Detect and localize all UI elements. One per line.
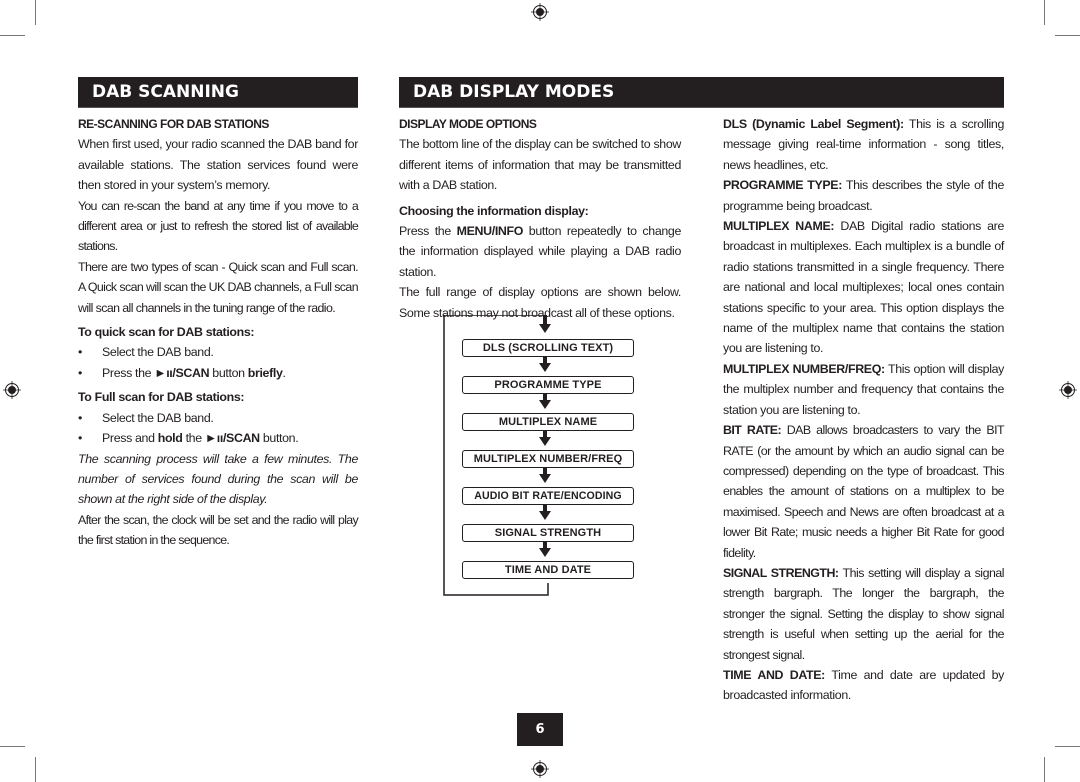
crop-mark [1044,0,1045,25]
bullet: • [78,410,82,425]
step-text: Press the ►ıı/SCAN button briefly. [102,363,286,383]
arrow-down-icon [539,541,551,557]
page-number: 6 [517,713,563,746]
crop-mark [1044,757,1045,782]
registration-mark-icon [3,381,21,399]
definition-term: TIME AND DATE: [723,667,825,682]
bullet: • [78,431,82,446]
step-text-part: . [282,365,286,380]
crop-mark [0,746,25,747]
flow-step-dls: DLS (SCROLLING TEXT) [462,339,634,357]
bullet: • [78,365,82,380]
middle-column: DISPLAY MODE OPTIONS The bottom line of … [399,114,681,323]
section-header-dab-scanning: DAB SCANNING [78,77,358,108]
step-text-part: Press the [102,365,155,380]
paragraph: After the scan, the clock will be set an… [78,512,359,548]
definition-bit-rate: BIT RATE: DAB allows broadcasters to var… [723,420,1005,563]
step-text-part: button [209,365,248,380]
paragraph: The bottom line of the display can be sw… [399,137,681,193]
definition-multiplex-name: MULTIPLEX NAME: DAB Digital radio statio… [723,216,1004,359]
play-pause-scan-button-label: ►ıı/SCAN [154,365,210,380]
crop-mark [1055,35,1080,36]
play-pause-scan-button-label: ►ıı/SCAN [204,431,260,446]
definition-term: SIGNAL STRENGTH: [723,565,839,580]
definition-term: MULTIPLEX NUMBER/FREQ: [723,361,885,376]
paragraph: When first used, your radio scanned the … [78,137,358,193]
definition-signal-strength: SIGNAL STRENGTH: This setting will displ… [723,563,1005,665]
paragraph: You can re-scan the band at any time if … [78,198,359,254]
arrow-down-icon [539,430,551,446]
subheading-rescanning: RE-SCANNING FOR DAB STATIONS [78,117,269,131]
flow-step-time-and-date: TIME AND DATE [462,561,634,579]
crop-mark [35,757,36,782]
paragraph-part: Press the [399,224,457,239]
step-text: Select the DAB band. [102,345,214,360]
crop-mark [35,0,36,25]
definition-multiplex-number: MULTIPLEX NUMBER/FREQ: This option will … [723,359,1004,420]
definition-term: BIT RATE: [723,423,782,438]
definition-term: PROGRAMME TYPE: [723,178,842,193]
paragraph: Press the MENU/INFO button repeatedly to… [399,221,681,282]
definition-term: DLS (Dynamic Label Segment): [723,117,904,131]
step-text: Press and hold the ►ıı/SCAN button. [102,428,299,448]
definition-text: DAB allows broadcasters to vary the BIT … [723,423,1005,560]
arrow-down-icon [539,356,551,372]
emphasis: hold [157,431,183,446]
list-item: • Press the ►ıı/SCAN button briefly. [78,363,358,383]
arrow-down-icon [539,504,551,520]
registration-mark-icon [1059,381,1077,399]
menu-info-button-label: MENU/INFO [456,224,524,239]
left-column: RE-SCANNING FOR DAB STATIONS When first … [78,114,359,551]
arrow-down-icon [539,315,551,333]
bullet: • [78,345,82,360]
list-item: • Select the DAB band. [78,408,358,428]
list-item: • Select the DAB band. [78,342,358,362]
flow-step-signal-strength: SIGNAL STRENGTH [462,524,634,542]
definition-text: DAB Digital radio stations are broadcast… [723,219,1004,356]
list-item: • Press and hold the ►ıı/SCAN button. [78,428,358,448]
step-text-part: Press and [102,431,158,446]
heading-choosing-display: Choosing the information display: [399,203,589,218]
registration-mark-icon [531,3,549,21]
heading-quick-scan: To quick scan for DAB stations: [78,325,255,340]
flow-step-audio-bit-rate: AUDIO BIT RATE/ENCODING [462,487,634,505]
definition-dls: DLS (Dynamic Label Segment): This is a s… [723,114,1004,175]
crop-mark [0,35,25,36]
emphasis: briefly [247,365,283,380]
definition-time-and-date: TIME AND DATE: Time and date are updated… [723,665,1004,706]
note-paragraph: The scanning process will take a few min… [78,451,358,507]
section-header-dab-display-modes: DAB DISPLAY MODES [399,77,1004,108]
paragraph: There are two types of scan - Quick scan… [78,259,359,315]
arrow-down-icon [539,393,551,409]
definition-term: MULTIPLEX NAME: [723,219,835,234]
step-text: Select the DAB band. [102,410,214,425]
heading-full-scan: To Full scan for DAB stations: [78,390,245,405]
definition-programme-type: PROGRAMME TYPE: This describes the style… [723,175,1004,216]
definition-text: This setting will display a signal stren… [723,565,1005,662]
registration-mark-icon [531,760,549,778]
flow-step-multiplex-name: MULTIPLEX NAME [462,413,634,431]
step-text-part: button. [259,431,299,446]
flow-step-programme-type: PROGRAMME TYPE [462,376,634,394]
arrow-down-icon [539,467,551,483]
right-column: DLS (Dynamic Label Segment): This is a s… [723,114,1005,706]
display-mode-flow-diagram: DLS (SCROLLING TEXT) PROGRAMME TYPE MULT… [440,315,640,600]
step-text-part: the [182,431,205,446]
subheading-display-mode-options: DISPLAY MODE OPTIONS [399,117,537,131]
crop-mark [1055,746,1080,747]
flow-step-multiplex-number: MULTIPLEX NUMBER/FREQ [462,450,634,468]
